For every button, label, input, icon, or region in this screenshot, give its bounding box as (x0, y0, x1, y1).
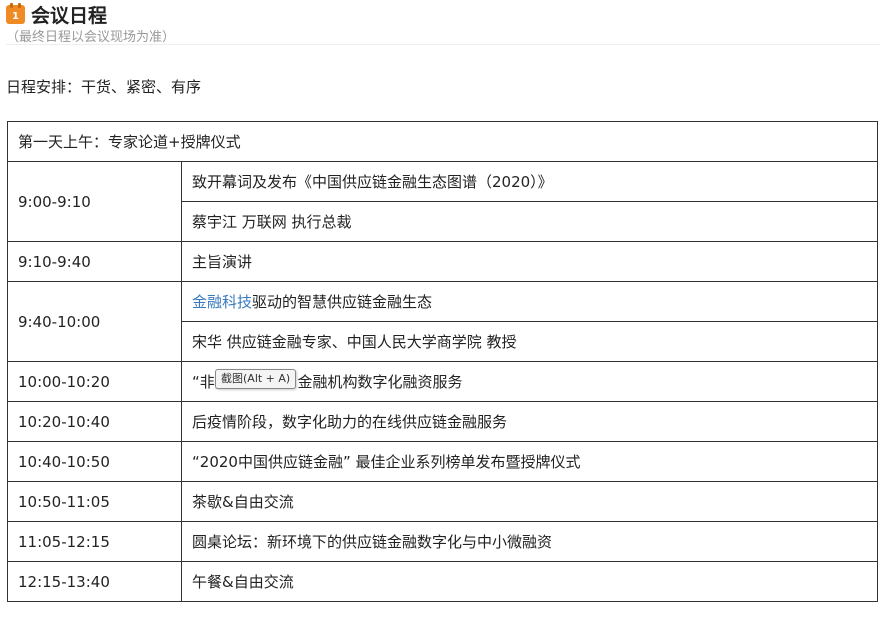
time-cell: 10:40-10:50 (7, 441, 182, 482)
session-cell: 圆桌论坛：新环境下的供应链金融数字化与中小微融资 (181, 521, 878, 562)
header-divider (6, 44, 880, 45)
session-cell: 主旨演讲 (181, 241, 878, 282)
session-cell: 金融科技驱动的智慧供应链金融生态 (181, 281, 878, 322)
table-row: 10:50-11:05 茶歇&自由交流 (7, 481, 878, 522)
screenshot-tooltip: 截图(Alt + A) (215, 369, 297, 389)
time-cell: 9:10-9:40 (7, 241, 182, 282)
session-cell: “2020中国供应链金融” 最佳企业系列榜单发布暨授牌仪式 (181, 441, 878, 482)
intro-text: 日程安排：干货、紧密、有序 (6, 78, 202, 96)
table-row: 9:00-9:10 致开幕词及发布《中国供应链金融生态图谱（2020）》 (7, 161, 878, 242)
session-cell: 致开幕词及发布《中国供应链金融生态图谱（2020）》 (181, 161, 878, 202)
session-cell: 茶歇&自由交流 (181, 481, 878, 522)
table-row: 9:10-9:40 主旨演讲 (7, 241, 878, 282)
table-row: 10:20-10:40 后疫情阶段，数字化助力的在线供应链金融服务 (7, 401, 878, 442)
speaker-cell: 蔡宇江 万联网 执行总裁 (181, 201, 878, 242)
schedule-table: 第一天上午：专家论道+授牌仪式 9:00-9:10 致开幕词及发布《中国供应链金… (7, 121, 878, 602)
session-cell: 午餐&自由交流 (181, 561, 878, 602)
table-row: 11:05-12:15 圆桌论坛：新环境下的供应链金融数字化与中小微融资 (7, 521, 878, 562)
table-row: 12:15-13:40 午餐&自由交流 (7, 561, 878, 602)
time-cell: 10:20-10:40 (7, 401, 182, 442)
time-cell: 12:15-13:40 (7, 561, 182, 602)
table-row: 10:00-10:20 “非接触服务”与金融机构数字化融资服务 (7, 361, 878, 402)
calendar-icon: 1 (6, 2, 25, 24)
time-cell: 9:40-10:00 (7, 281, 182, 362)
time-cell: 10:00-10:20 (7, 361, 182, 402)
calendar-icon-label: 1 (12, 10, 19, 22)
time-cell: 10:50-11:05 (7, 481, 182, 522)
page-header: 1 会议日程 （最终日程以会议现场为准） (6, 2, 175, 45)
speaker-cell: 宋华 供应链金融专家、中国人民大学商学院 教授 (181, 321, 878, 362)
title-row: 1 会议日程 (6, 2, 175, 27)
page-subtitle: （最终日程以会议现场为准） (6, 30, 176, 45)
table-row: 9:40-10:00 金融科技驱动的智慧供应链金融生态 (7, 281, 878, 362)
time-cell: 9:00-9:10 (7, 161, 182, 242)
time-cell: 11:05-12:15 (7, 521, 182, 562)
page-title: 会议日程 (31, 4, 108, 27)
session-cell: 后疫情阶段，数字化助力的在线供应链金融服务 (181, 401, 878, 442)
section-row: 第一天上午：专家论道+授牌仪式 (7, 121, 878, 162)
table-row: 10:40-10:50 “2020中国供应链金融” 最佳企业系列榜单发布暨授牌仪… (7, 441, 878, 482)
fintech-link[interactable]: 金融科技 (192, 293, 252, 311)
section-title: 第一天上午：专家论道+授牌仪式 (7, 121, 878, 162)
session-text: 驱动的智慧供应链金融生态 (252, 293, 433, 311)
